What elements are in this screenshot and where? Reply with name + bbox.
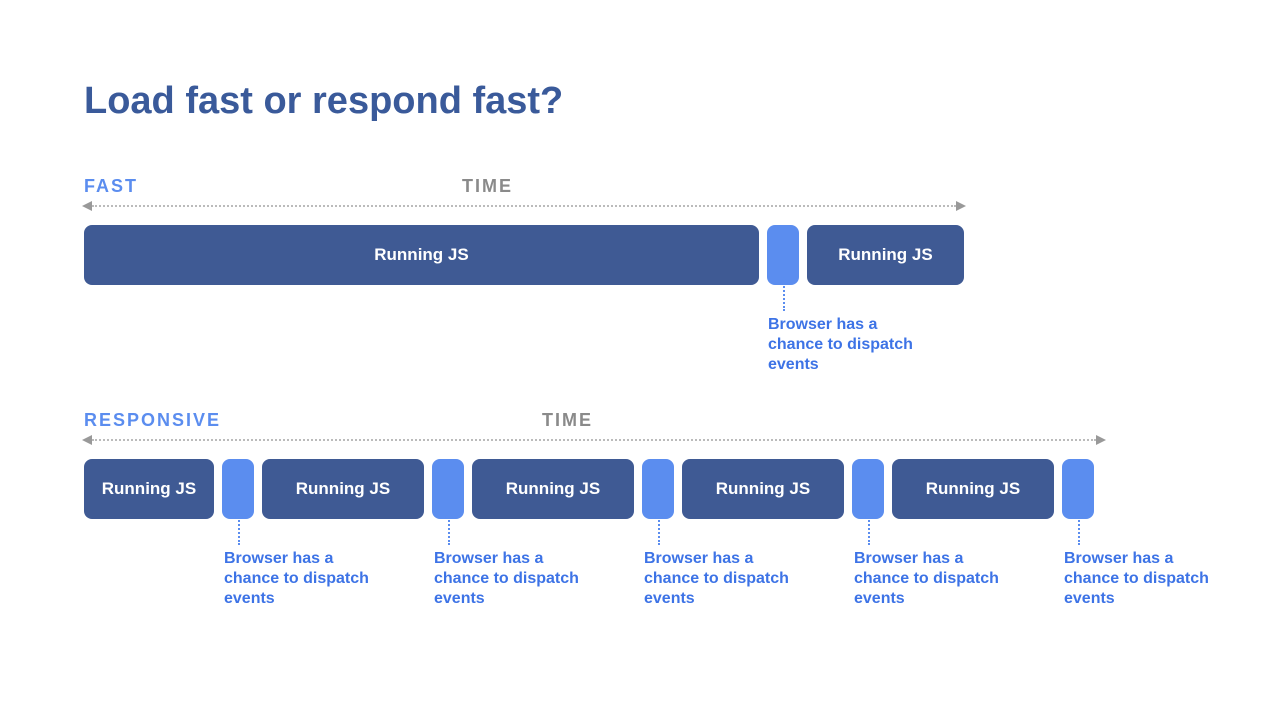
- time-label: TIME: [542, 410, 593, 431]
- dispatch-caption: Browser has a chance to dispatch events: [768, 315, 928, 375]
- pointer-icon: [448, 517, 450, 545]
- running-js-block: Running JS: [807, 225, 964, 285]
- running-js-block: Running JS: [892, 459, 1054, 519]
- arrow-left-icon: [82, 435, 92, 445]
- fast-timeline: [84, 205, 964, 207]
- dispatch-slot: [852, 459, 884, 519]
- page-title: Load fast or respond fast?: [84, 80, 1196, 123]
- fast-section: FAST TIME Running JS Running JS Browser …: [84, 181, 1196, 285]
- running-js-block: Running JS: [472, 459, 634, 519]
- running-js-block: Running JS: [84, 225, 759, 285]
- fast-track: Running JS Running JS: [84, 225, 964, 285]
- dispatch-caption: Browser has a chance to dispatch events: [1064, 549, 1224, 609]
- dispatch-slot: [642, 459, 674, 519]
- dispatch-slot: [222, 459, 254, 519]
- dispatch-caption: Browser has a chance to dispatch events: [854, 549, 1014, 609]
- running-js-block: Running JS: [84, 459, 214, 519]
- running-js-block: Running JS: [682, 459, 844, 519]
- responsive-timeline: [84, 439, 1104, 441]
- responsive-axis-header: RESPONSIVE TIME: [84, 415, 1196, 437]
- pointer-icon: [1078, 517, 1080, 545]
- pointer-icon: [238, 517, 240, 545]
- dispatch-slot: [767, 225, 799, 285]
- dispatch-caption: Browser has a chance to dispatch events: [434, 549, 594, 609]
- pointer-icon: [658, 517, 660, 545]
- responsive-section: RESPONSIVE TIME Running JS Running JS Ru…: [84, 415, 1196, 519]
- pointer-icon: [783, 283, 785, 311]
- responsive-track: Running JS Running JS Running JS Running…: [84, 459, 1104, 519]
- dispatch-caption: Browser has a chance to dispatch events: [644, 549, 804, 609]
- fast-label: FAST: [84, 176, 138, 197]
- dispatch-slot: [432, 459, 464, 519]
- dispatch-caption: Browser has a chance to dispatch events: [224, 549, 384, 609]
- running-js-block: Running JS: [262, 459, 424, 519]
- pointer-icon: [868, 517, 870, 545]
- arrow-right-icon: [1096, 435, 1106, 445]
- responsive-label: RESPONSIVE: [84, 410, 221, 431]
- dispatch-slot: [1062, 459, 1094, 519]
- arrow-left-icon: [82, 201, 92, 211]
- time-label: TIME: [462, 176, 513, 197]
- arrow-right-icon: [956, 201, 966, 211]
- fast-axis-header: FAST TIME: [84, 181, 1196, 203]
